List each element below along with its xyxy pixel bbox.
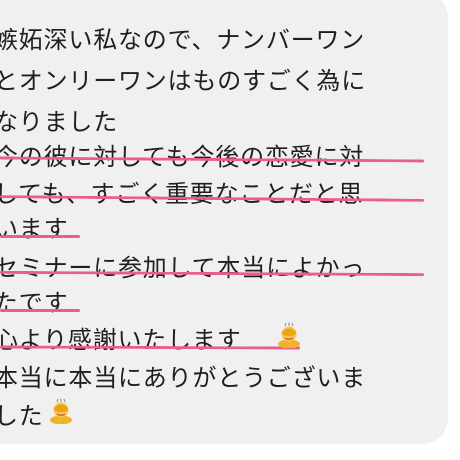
bowing-person-emoji: [50, 398, 72, 424]
message-line: とオンリーワンはものすごく為に: [0, 67, 366, 95]
message-line: います: [0, 215, 69, 243]
message-text: 嫉妬深い私なので、ナンバーワン とオンリーワンはものすごく為に なりました 今の…: [0, 0, 460, 460]
highlight-underline: [0, 309, 80, 312]
message-line: なりました: [0, 108, 118, 136]
message-line: 嫉妬深い私なので、ナンバーワン: [0, 26, 366, 54]
message-line: 本当に本当にありがとうございま: [0, 364, 366, 392]
message-line: しても、すごく重要なことだと思: [0, 180, 364, 208]
message-line: たです: [0, 289, 69, 317]
message-line: セミナーに参加して本当によかっ: [0, 254, 366, 282]
bowing-person-emoji: [278, 322, 300, 348]
highlight-underline: [0, 235, 80, 238]
message-line: 心より感謝いたします: [0, 326, 242, 354]
